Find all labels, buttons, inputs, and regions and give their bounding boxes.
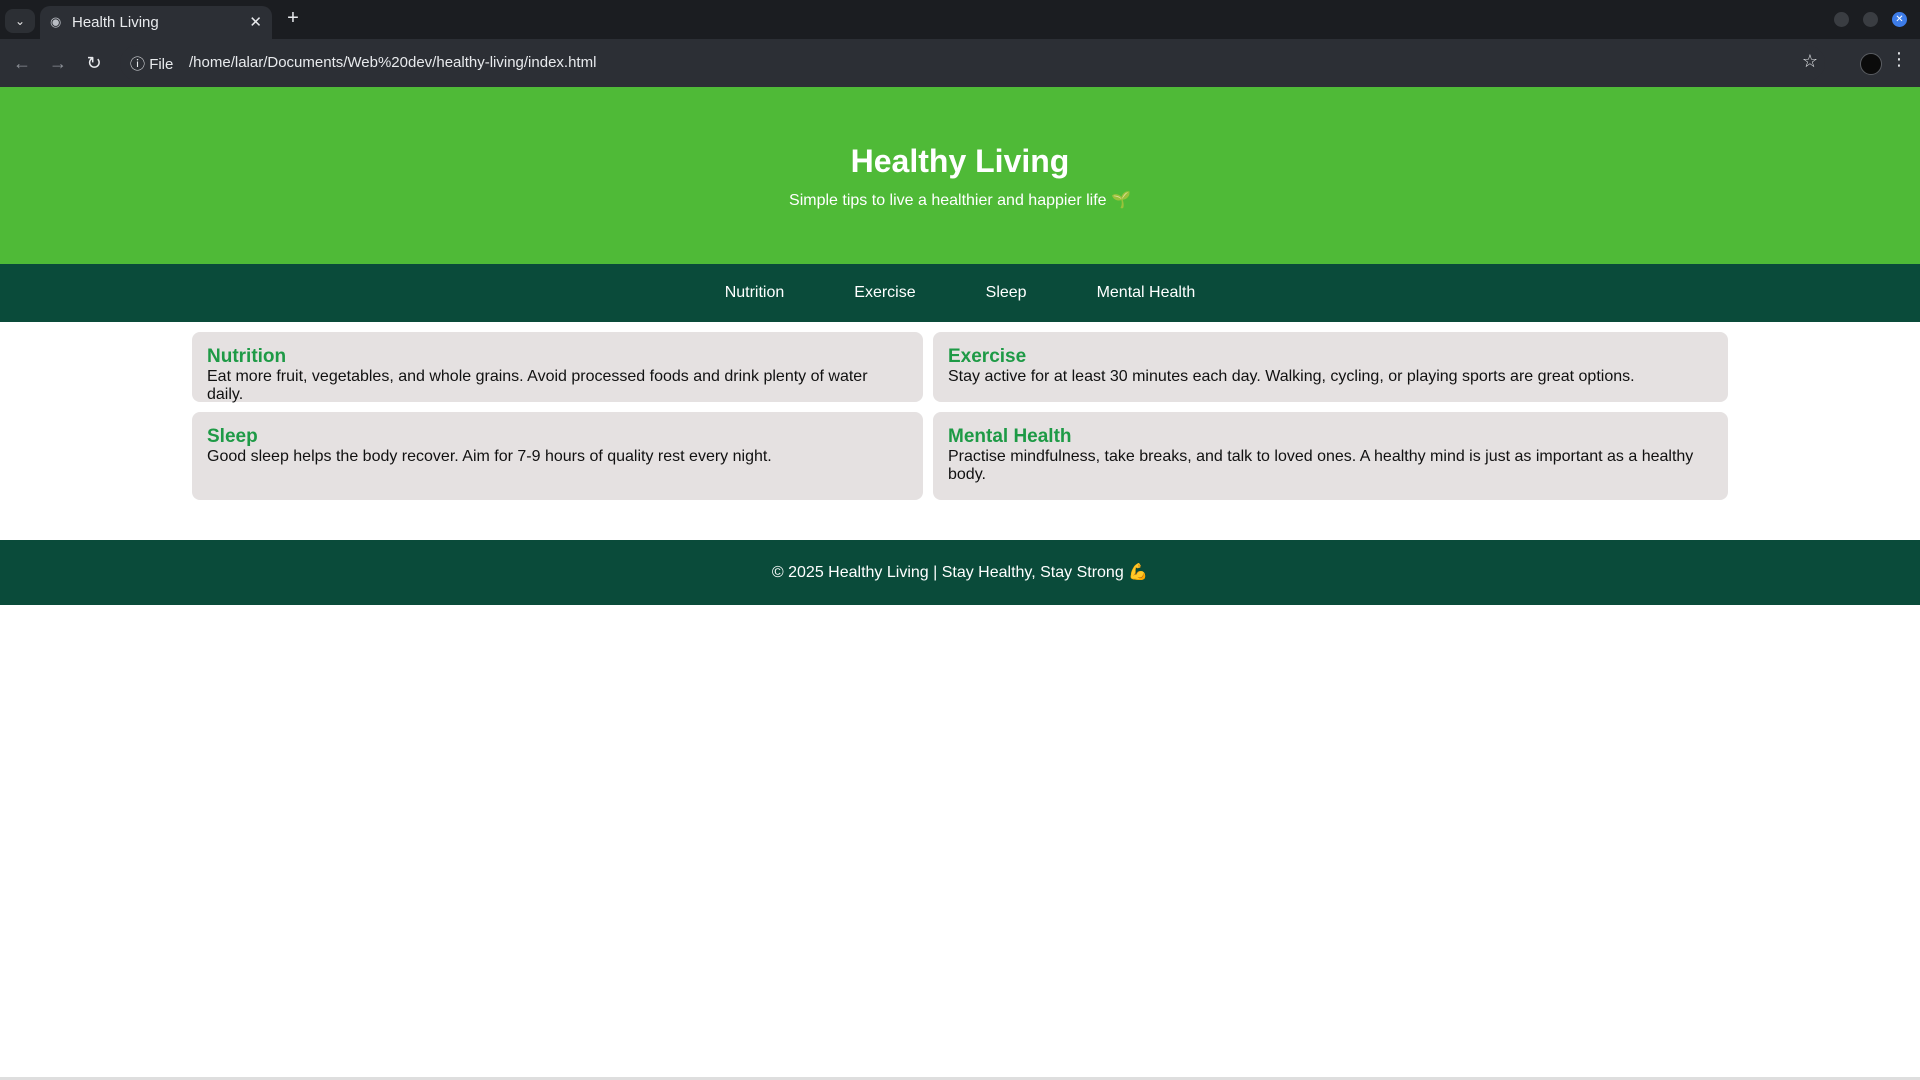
nav-link-nutrition[interactable]: Nutrition — [690, 284, 820, 302]
card-body: Stay active for at least 30 minutes each… — [948, 368, 1635, 385]
page-title: Healthy Living — [850, 143, 1070, 179]
url-scheme-label: File — [149, 56, 174, 73]
plus-icon[interactable]: + — [282, 6, 304, 30]
card-title: Sleep — [207, 426, 258, 447]
card-title: Nutrition — [207, 346, 287, 367]
card-title: Exercise — [948, 346, 1027, 367]
menu-icon[interactable]: ⋮ — [1890, 49, 1908, 70]
nav-link-exercise[interactable]: Exercise — [819, 284, 950, 302]
card-body: Good sleep helps the body recover. Aim f… — [207, 448, 772, 465]
tab-list-icon[interactable]: ⌄ — [5, 9, 35, 33]
card-mental-health: Mental Health Practise mindfulness, take… — [933, 412, 1728, 500]
card-body: Practise mindfulness, take breaks, and t… — [948, 448, 1694, 483]
page-header: Healthy Living Simple tips to live a hea… — [0, 87, 1920, 264]
page-subtitle: Simple tips to live a healthier and happ… — [789, 192, 1131, 209]
footer-text: © 2025 Healthy Living | Stay Healthy, St… — [771, 564, 1149, 581]
info-icon: ⓘ — [130, 56, 146, 73]
page-footer: © 2025 Healthy Living | Stay Healthy, St… — [0, 540, 1920, 605]
browser-tab-bar: ⌄ ◉ Health Living ✕ + ✕ — [0, 0, 1920, 39]
tab-title: Health Living — [72, 14, 159, 31]
globe-icon: ◉ — [50, 14, 62, 29]
browser-tab[interactable]: ◉ Health Living ✕ — [40, 6, 272, 39]
star-icon[interactable]: ☆ — [1802, 51, 1818, 72]
card-sleep: Sleep Good sleep helps the body recover.… — [192, 412, 923, 500]
card-nutrition: Nutrition Eat more fruit, vegetables, an… — [192, 332, 923, 403]
nav-link-sleep[interactable]: Sleep — [951, 284, 1062, 302]
maximize-button[interactable] — [1863, 12, 1878, 27]
browser-toolbar: ← → ↻ ⓘ File /home/lalar/Documents/Web%2… — [0, 39, 1920, 87]
profile-icon[interactable] — [1860, 53, 1882, 75]
forward-icon[interactable]: → — [46, 51, 70, 75]
card-title: Mental Health — [948, 426, 1072, 447]
nav-link-mental-health[interactable]: Mental Health — [1062, 284, 1231, 302]
url-text: /home/lalar/Documents/Web%20dev/healthy-… — [189, 54, 597, 71]
address-bar[interactable]: ⓘ File /home/lalar/Documents/Web%20dev/h… — [120, 45, 1825, 81]
page-viewport: Healthy Living Simple tips to live a hea… — [0, 87, 1920, 1077]
close-icon[interactable]: ✕ — [249, 13, 262, 31]
back-icon[interactable]: ← — [10, 51, 34, 75]
reload-icon[interactable]: ↻ — [82, 51, 106, 75]
site-info[interactable]: ⓘ File — [130, 53, 173, 74]
minimize-button[interactable] — [1834, 12, 1849, 27]
card-exercise: Exercise Stay active for at least 30 min… — [933, 332, 1728, 402]
close-window-button[interactable]: ✕ — [1892, 12, 1907, 27]
main-nav: Nutrition Exercise Sleep Mental Health — [0, 264, 1920, 322]
card-body: Eat more fruit, vegetables, and whole gr… — [207, 368, 868, 403]
